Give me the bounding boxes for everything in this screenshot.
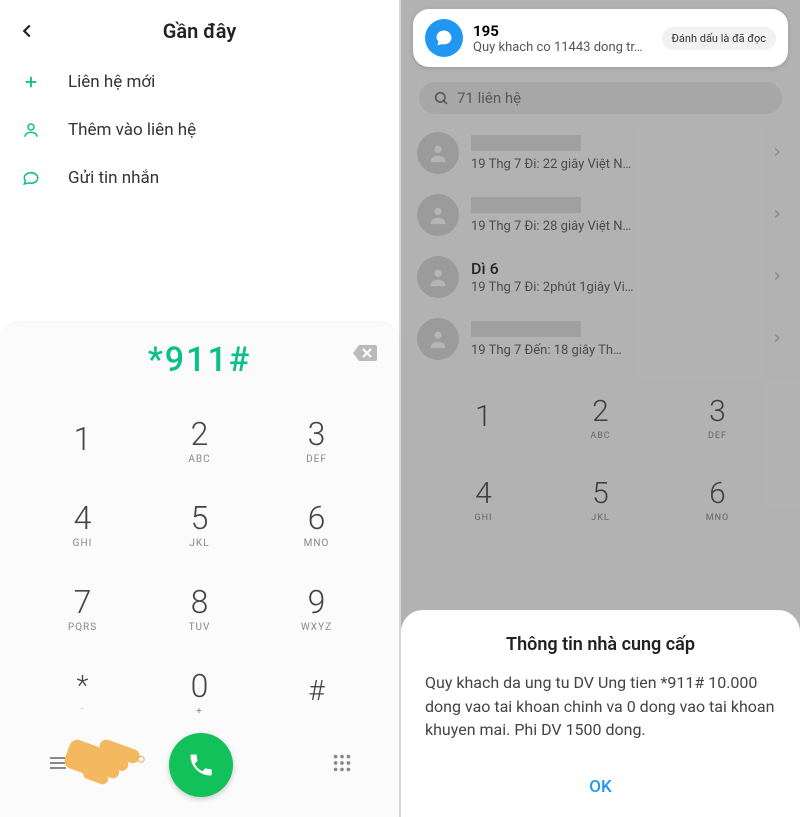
menu-item-label: Gửi tin nhắn bbox=[68, 168, 159, 188]
key-*[interactable]: *· bbox=[24, 651, 141, 735]
chat-icon bbox=[18, 169, 44, 187]
key-4[interactable]: 4 GHI bbox=[24, 483, 141, 567]
key-digit: 9 bbox=[308, 586, 326, 618]
person-icon bbox=[18, 121, 44, 139]
phone-icon bbox=[187, 751, 215, 779]
dial-panel: *911# 1 2 ABC 3 DEF 4 GHI 5 JKL 6 MNO 7 PQRS 8 TUV 9 WX… bbox=[0, 323, 399, 817]
key-letters: ABC bbox=[188, 454, 210, 465]
key-digit: 5 bbox=[191, 502, 209, 534]
key-0[interactable]: 0+ bbox=[141, 651, 258, 735]
grid-button[interactable] bbox=[331, 752, 353, 778]
call-button[interactable] bbox=[169, 733, 233, 797]
dialer-screen: Gần đây Liên hệ mới Thêm vào liên hệ Gửi… bbox=[0, 0, 399, 817]
key-letters: DEF bbox=[306, 454, 327, 465]
menu-send-message[interactable]: Gửi tin nhắn bbox=[0, 154, 399, 202]
call-log-screen: 71 liên hệ 19 Thg 7 Đi: 22 giây Việt N…1… bbox=[401, 0, 800, 817]
backspace-button[interactable] bbox=[351, 343, 377, 367]
key-3[interactable]: 3 DEF bbox=[258, 399, 375, 483]
menu-button[interactable] bbox=[46, 751, 70, 779]
notification-body: 195 Quy khach co 11443 dong tr… bbox=[473, 22, 662, 55]
dialog-message: Quy khach da ung tu DV Ung tien *911# 10… bbox=[425, 671, 776, 741]
header: Gần đây bbox=[0, 0, 399, 52]
key-letters: · bbox=[81, 704, 85, 715]
action-menu: Liên hệ mới Thêm vào liên hệ Gửi tin nhắ… bbox=[0, 52, 399, 202]
key-digit: 0 bbox=[191, 670, 209, 702]
menu-add-to-contact[interactable]: Thêm vào liên hệ bbox=[0, 106, 399, 154]
menu-new-contact[interactable]: Liên hệ mới bbox=[0, 58, 399, 106]
dial-input-row: *911# bbox=[0, 329, 399, 385]
key-1[interactable]: 1 bbox=[24, 399, 141, 483]
key-letters: MNO bbox=[304, 538, 330, 549]
key-digit: * bbox=[77, 672, 89, 700]
plus-icon bbox=[18, 73, 44, 91]
key-7[interactable]: 7 PQRS bbox=[24, 567, 141, 651]
key-letters: JKL bbox=[189, 538, 209, 549]
key-6[interactable]: 6 MNO bbox=[258, 483, 375, 567]
dialog-title: Thông tin nhà cung cấp bbox=[425, 634, 776, 655]
key-digit: 6 bbox=[308, 502, 326, 534]
backspace-icon bbox=[351, 343, 377, 363]
key-5[interactable]: 5 JKL bbox=[141, 483, 258, 567]
hamburger-icon bbox=[46, 751, 70, 775]
key-digit: 2 bbox=[191, 418, 209, 450]
key-digit: 7 bbox=[74, 586, 92, 618]
keypad: 1 2ABC3DEF4GHI5JKL6MNO7PQRS8TUV9WXYZ*·0+… bbox=[0, 385, 399, 735]
grid-icon bbox=[331, 752, 353, 774]
dialog-ok-button[interactable]: OK bbox=[425, 767, 776, 803]
key-digit: 4 bbox=[74, 502, 92, 534]
notification-banner[interactable]: 195 Quy khach co 11443 dong tr… Đánh dấu… bbox=[413, 9, 788, 67]
mark-read-button[interactable]: Đánh dấu là đã đọc bbox=[662, 27, 776, 50]
key-letters: TUV bbox=[189, 622, 211, 633]
key-digit: # bbox=[308, 677, 324, 705]
key-letters: PQRS bbox=[68, 622, 97, 633]
key-letters: WXYZ bbox=[301, 622, 332, 633]
key-#[interactable]: # bbox=[258, 651, 375, 735]
key-digit: 8 bbox=[191, 586, 209, 618]
provider-info-dialog: Thông tin nhà cung cấp Quy khach da ung … bbox=[401, 610, 800, 817]
key-digit: 3 bbox=[308, 418, 326, 450]
key-letters: + bbox=[196, 706, 203, 717]
message-app-icon bbox=[425, 19, 463, 57]
page-title: Gần đây bbox=[10, 19, 389, 43]
menu-item-label: Liên hệ mới bbox=[68, 72, 155, 92]
notification-title: 195 bbox=[473, 22, 662, 40]
menu-item-label: Thêm vào liên hệ bbox=[68, 120, 196, 140]
dial-input[interactable]: *911# bbox=[148, 340, 252, 380]
key-2[interactable]: 2 ABC bbox=[141, 399, 258, 483]
key-8[interactable]: 8 TUV bbox=[141, 567, 258, 651]
key-letters: GHI bbox=[73, 538, 93, 549]
notification-text: Quy khach co 11443 dong tr… bbox=[473, 40, 662, 55]
key-9[interactable]: 9 WXYZ bbox=[258, 567, 375, 651]
key-digit: 1 bbox=[74, 423, 92, 455]
dial-bottom-row bbox=[0, 735, 399, 817]
